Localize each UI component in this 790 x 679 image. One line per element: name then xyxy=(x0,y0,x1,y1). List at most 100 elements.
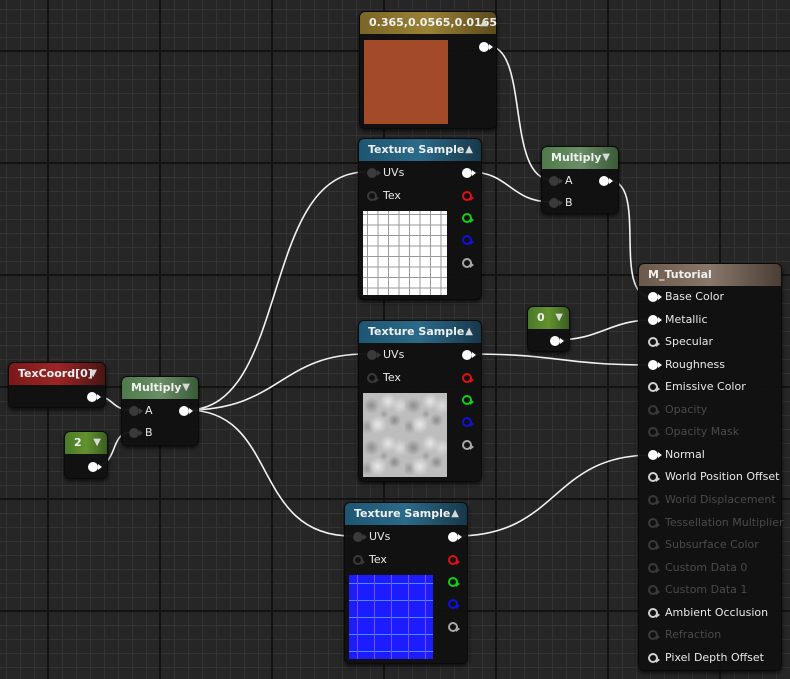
node-header[interactable]: Texture Sample ▲ xyxy=(359,139,481,161)
b-input-pin[interactable] xyxy=(129,428,143,438)
output-pin[interactable] xyxy=(550,336,564,346)
rgb-output-pin[interactable] xyxy=(462,168,476,178)
constant-node-0[interactable]: 0 ▼ xyxy=(527,306,570,352)
material-input-pin[interactable] xyxy=(648,314,662,325)
material-input-label: Specular xyxy=(665,335,714,349)
rgb-output-pin[interactable] xyxy=(462,350,476,360)
material-input-pin[interactable] xyxy=(648,404,660,415)
uvs-label: UVs xyxy=(383,348,405,361)
material-input-label: Base Color xyxy=(665,290,725,303)
triangle-down-icon[interactable]: ▼ xyxy=(602,147,610,169)
b-output-pin[interactable] xyxy=(462,235,474,245)
material-input-pin[interactable] xyxy=(648,652,660,663)
uvs-input-pin[interactable] xyxy=(367,168,381,178)
a-label: A xyxy=(145,404,153,417)
node-header[interactable]: Multiply ▼ xyxy=(122,377,198,399)
material-input-pin[interactable] xyxy=(648,427,660,438)
texcoord-node[interactable]: TexCoord[0] ▼ xyxy=(8,362,106,408)
node-header[interactable]: Multiply ▼ xyxy=(542,147,618,169)
node-title: Multiply xyxy=(551,151,602,164)
output-pin[interactable] xyxy=(87,392,101,402)
b-label: B xyxy=(145,426,153,439)
constant-node-2[interactable]: 2 ▼ xyxy=(64,431,108,479)
material-input-pin[interactable] xyxy=(648,585,660,596)
triangle-up-icon[interactable]: ▲ xyxy=(465,321,473,343)
a-output-pin[interactable] xyxy=(462,258,474,268)
a-input-pin[interactable] xyxy=(549,176,563,186)
material-input-pin[interactable] xyxy=(648,494,660,505)
tex-input-pin[interactable] xyxy=(353,555,365,565)
node-title: Texture Sample xyxy=(368,325,465,338)
material-input-pin[interactable] xyxy=(648,607,660,618)
material-input-label: Pixel Depth Offset xyxy=(665,650,764,664)
triangle-down-icon[interactable]: ▼ xyxy=(89,363,97,385)
tex-label: Tex xyxy=(383,371,401,384)
b-output-pin[interactable] xyxy=(448,599,460,609)
material-input-label: World Displacement xyxy=(665,492,776,506)
output-pin[interactable] xyxy=(179,406,193,416)
r-output-pin[interactable] xyxy=(462,373,474,383)
texture-sample-node-3[interactable]: Texture Sample ▲ UVs Tex xyxy=(344,502,468,664)
material-input-pin[interactable] xyxy=(648,630,660,641)
material-input-pin[interactable] xyxy=(648,517,660,528)
triangle-down-icon[interactable]: ▼ xyxy=(555,307,563,329)
node-title: Texture Sample xyxy=(368,143,465,156)
a-output-pin[interactable] xyxy=(448,622,460,632)
node-header[interactable]: TexCoord[0] ▼ xyxy=(9,363,105,385)
material-input-pin[interactable] xyxy=(648,449,662,460)
material-input-pin[interactable] xyxy=(648,359,662,370)
triangle-up-icon[interactable]: ▲ xyxy=(480,12,488,34)
r-output-pin[interactable] xyxy=(448,555,460,565)
material-input-pin[interactable] xyxy=(648,562,660,573)
material-input-pin[interactable] xyxy=(648,337,660,348)
output-pin[interactable] xyxy=(479,42,493,52)
g-output-pin[interactable] xyxy=(448,577,460,587)
triangle-down-icon[interactable]: ▼ xyxy=(93,432,101,454)
material-result-node[interactable]: M_Tutorial Base Color Metallic Specular Rou… xyxy=(638,263,784,671)
node-title: Multiply xyxy=(131,381,182,394)
rgb-output-pin[interactable] xyxy=(448,532,462,542)
node-header[interactable]: Texture Sample ▲ xyxy=(359,321,481,343)
multiply-node-left[interactable]: Multiply ▼ A B xyxy=(121,376,199,446)
material-input-label: Subsurface Color xyxy=(665,538,759,552)
uvs-input-pin[interactable] xyxy=(353,532,367,542)
tex-input-pin[interactable] xyxy=(367,373,379,383)
output-pin[interactable] xyxy=(88,462,102,472)
g-output-pin[interactable] xyxy=(462,395,474,405)
b-input-pin[interactable] xyxy=(549,198,563,208)
texture-thumbnail xyxy=(363,393,447,477)
node-header[interactable]: Texture Sample ▲ xyxy=(345,503,467,525)
a-output-pin[interactable] xyxy=(462,440,474,450)
constant3vector-node[interactable]: 0.365,0.0565,0.0165 ▲ xyxy=(359,11,497,129)
texture-sample-node-1[interactable]: Texture Sample ▲ UVs Tex xyxy=(358,138,482,300)
b-label: B xyxy=(565,196,573,209)
output-pin[interactable] xyxy=(599,176,613,186)
node-title: 0.365,0.0565,0.0165 xyxy=(369,16,498,29)
node-title: 0 xyxy=(537,311,545,324)
material-input-pin[interactable] xyxy=(648,540,660,551)
uvs-input-pin[interactable] xyxy=(367,350,381,360)
texture-sample-node-2[interactable]: Texture Sample ▲ UVs Tex xyxy=(358,320,482,482)
a-label: A xyxy=(565,174,573,187)
r-output-pin[interactable] xyxy=(462,191,474,201)
multiply-node-top[interactable]: Multiply ▼ A B xyxy=(541,146,619,214)
material-input-pin[interactable] xyxy=(648,292,662,302)
triangle-down-icon[interactable]: ▼ xyxy=(182,377,190,399)
material-input-label: Custom Data 1 xyxy=(665,583,748,597)
node-header[interactable]: 2 ▼ xyxy=(65,432,107,454)
material-input-label: Roughness xyxy=(665,357,726,371)
triangle-up-icon[interactable]: ▲ xyxy=(465,139,473,161)
b-output-pin[interactable] xyxy=(462,417,474,427)
node-header[interactable]: 0 ▼ xyxy=(528,307,569,329)
a-input-pin[interactable] xyxy=(129,406,143,416)
node-header[interactable]: M_Tutorial xyxy=(639,264,781,286)
node-title: Texture Sample xyxy=(354,507,451,520)
tex-input-pin[interactable] xyxy=(367,191,379,201)
material-input-pin[interactable] xyxy=(648,472,660,483)
g-output-pin[interactable] xyxy=(462,213,474,223)
triangle-up-icon[interactable]: ▲ xyxy=(451,503,459,525)
node-header[interactable]: 0.365,0.0565,0.0165 ▲ xyxy=(360,12,498,34)
material-input-label: World Position Offset xyxy=(665,470,780,484)
material-input-pin[interactable] xyxy=(648,382,660,393)
node-title: 2 xyxy=(74,436,82,449)
